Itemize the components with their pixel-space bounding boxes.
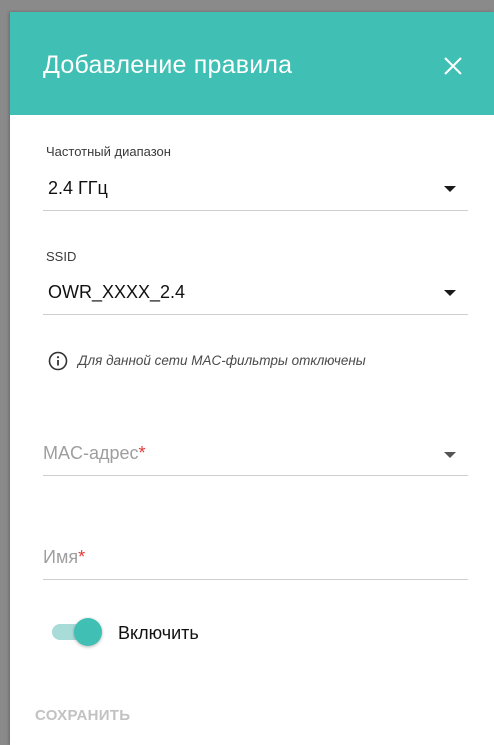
- mac-address-underline: [43, 475, 468, 476]
- chevron-down-icon: [444, 290, 456, 296]
- chevron-down-icon: [444, 186, 456, 192]
- required-mark: *: [138, 443, 146, 463]
- chevron-down-icon: [444, 452, 456, 458]
- name-placeholder: Имя*: [43, 547, 86, 567]
- band-label: Частотный диапазон: [46, 144, 171, 159]
- dialog-header: Добавление правила: [10, 12, 494, 115]
- mac-address-placeholder: MAC-адрес*: [43, 443, 146, 463]
- close-icon: [444, 57, 462, 75]
- ssid-value: OWR_XXXX_2.4: [48, 282, 186, 302]
- name-underline: [43, 579, 468, 580]
- save-button[interactable]: СОХРАНИТЬ: [35, 707, 130, 724]
- enable-label: Включить: [118, 623, 199, 643]
- enable-toggle[interactable]: [50, 616, 104, 646]
- ssid-underline: [43, 314, 468, 315]
- ssid-label: SSID: [46, 249, 77, 264]
- add-rule-dialog: Добавление правила Частотный диапазон 2.…: [10, 12, 494, 745]
- band-value: 2.4 ГГц: [48, 178, 108, 198]
- band-underline: [43, 210, 468, 211]
- info-text: Для данной сети MAC-фильтры отключены: [78, 353, 366, 368]
- required-mark: *: [78, 547, 86, 567]
- dialog-title: Добавление правила: [43, 51, 293, 79]
- info-icon: [48, 351, 68, 371]
- name-input[interactable]: [43, 536, 468, 584]
- close-button[interactable]: [435, 48, 471, 84]
- toggle-knob: [74, 618, 102, 646]
